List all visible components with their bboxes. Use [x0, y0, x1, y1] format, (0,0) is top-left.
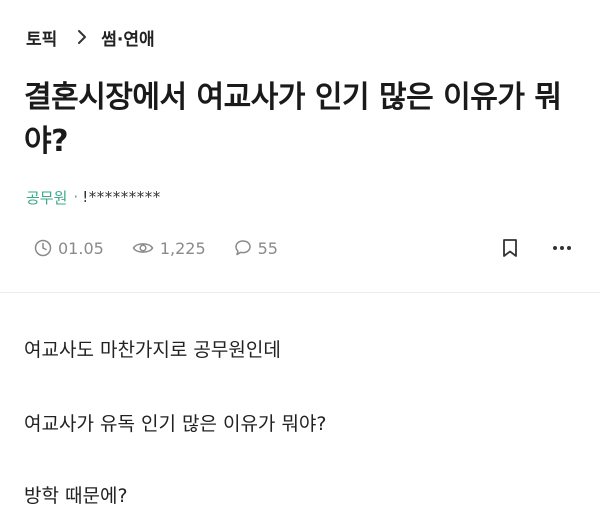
post-comments[interactable]: 55 — [234, 239, 278, 258]
post-body-line: 여교사도 마찬가지로 공무원인데 — [24, 339, 281, 361]
breadcrumb-category[interactable]: 썸·연애 — [101, 25, 154, 50]
author-job[interactable]: 공무원 — [26, 187, 67, 208]
comment-icon — [234, 240, 251, 256]
more-icon — [553, 246, 571, 250]
author-info: 공무원 · !********* — [26, 186, 161, 208]
breadcrumb: 토픽 썸·연애 — [26, 24, 155, 50]
post-meta: 01.05 1,225 55 — [34, 236, 574, 260]
clock-icon — [34, 239, 52, 257]
post-comments-count: 55 — [257, 238, 278, 258]
post-date: 01.05 — [34, 239, 104, 258]
post-date-text: 01.05 — [58, 238, 104, 258]
post-body-line: 방학 때문에? — [24, 485, 128, 507]
post-title: 결혼시장에서 여교사가 인기 많은 이유가 뭐야? — [24, 80, 562, 159]
author-id: !********* — [82, 188, 161, 206]
post-views-count: 1,225 — [159, 238, 206, 258]
post-page: 토픽 썸·연애 결혼시장에서 여교사가 인기 많은 이유가 뭐야? 공무원 · … — [0, 0, 600, 529]
bookmark-button[interactable] — [498, 236, 522, 260]
chevron-right-icon — [77, 29, 87, 45]
content-divider — [0, 292, 600, 293]
post-views: 1,225 — [132, 239, 206, 258]
bookmark-icon — [503, 239, 517, 257]
breadcrumb-topic[interactable]: 토픽 — [26, 25, 57, 50]
post-actions — [470, 236, 574, 260]
author-separator: · — [73, 188, 79, 206]
more-button[interactable] — [550, 236, 574, 260]
post-body-line: 여교사가 유독 인기 많은 이유가 뭐야? — [24, 413, 327, 435]
eye-icon — [132, 243, 154, 253]
